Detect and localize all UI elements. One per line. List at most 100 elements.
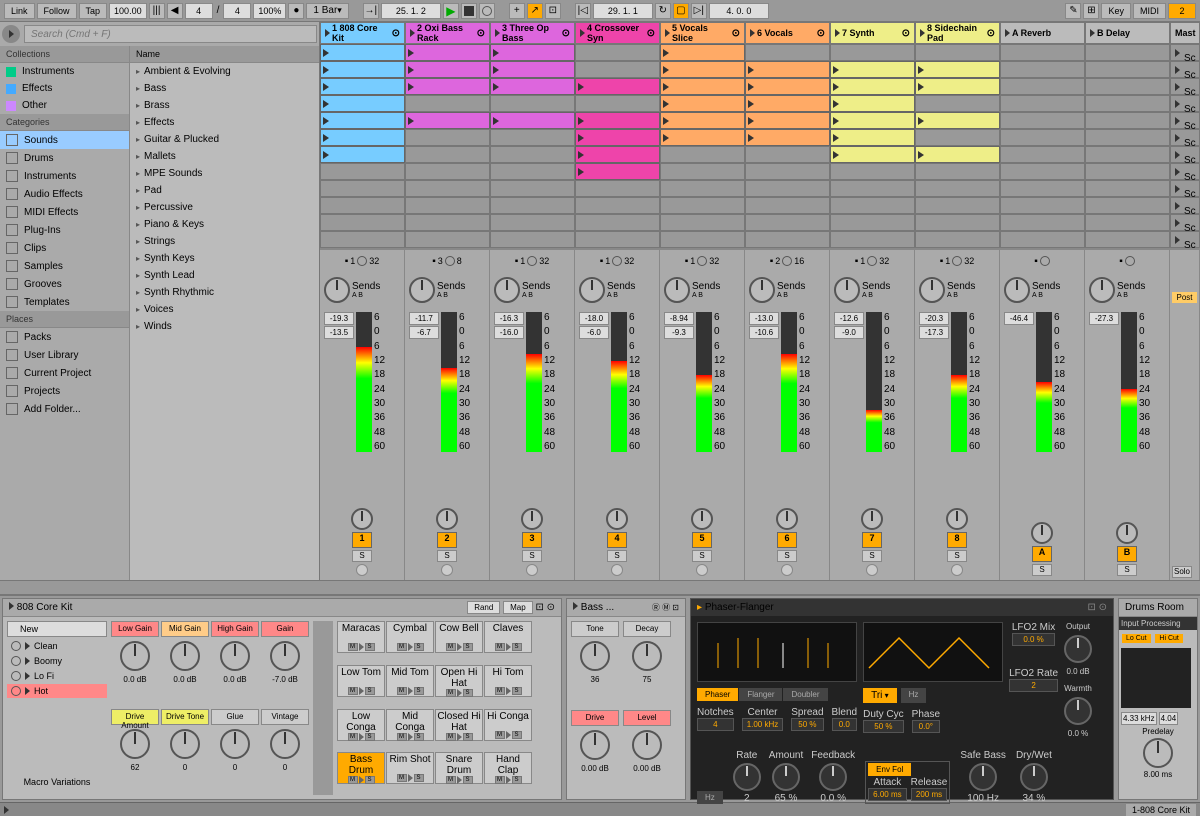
empty-clip-slot[interactable] bbox=[830, 197, 915, 214]
phaser-knob[interactable] bbox=[819, 763, 847, 791]
category-item[interactable]: Sounds bbox=[0, 131, 129, 149]
clip-slot[interactable] bbox=[830, 129, 915, 146]
empty-clip-slot[interactable] bbox=[745, 214, 830, 231]
send-knob[interactable] bbox=[749, 277, 775, 303]
phaser-param[interactable]: 1.00 kHz bbox=[742, 718, 784, 731]
track-header[interactable]: 8 Sidechain Pad ⊙ bbox=[915, 22, 1000, 44]
draw-mode-icon[interactable]: ✎ bbox=[1065, 3, 1081, 19]
phaser-knob[interactable] bbox=[733, 763, 761, 791]
monitor-icon[interactable] bbox=[445, 256, 455, 266]
peak-value[interactable]: -10.6 bbox=[749, 326, 779, 339]
drum-pad[interactable]: Closed Hi HatMS bbox=[435, 709, 483, 741]
empty-clip-slot[interactable] bbox=[1000, 78, 1085, 95]
empty-clip-slot[interactable] bbox=[830, 163, 915, 180]
empty-clip-slot[interactable] bbox=[320, 214, 405, 231]
empty-clip-slot[interactable] bbox=[490, 214, 575, 231]
empty-clip-slot[interactable] bbox=[745, 44, 830, 61]
send-knob[interactable] bbox=[1089, 277, 1115, 303]
loop-end-icon[interactable]: ▷| bbox=[691, 3, 707, 19]
drum-pad[interactable]: MaracasMS bbox=[337, 621, 385, 653]
clip-slot[interactable] bbox=[830, 95, 915, 112]
send-knob[interactable] bbox=[834, 277, 860, 303]
empty-clip-slot[interactable] bbox=[575, 61, 660, 78]
empty-clip-slot[interactable] bbox=[575, 180, 660, 197]
solo-button[interactable]: S bbox=[1032, 564, 1052, 576]
folder-item[interactable]: ▸Synth Keys bbox=[130, 250, 319, 267]
track-header[interactable]: B Delay bbox=[1085, 22, 1170, 44]
empty-clip-slot[interactable] bbox=[1085, 112, 1170, 129]
punch-in-icon[interactable]: ▢ bbox=[673, 3, 689, 19]
clip-slot[interactable] bbox=[660, 129, 745, 146]
peak-value[interactable]: -9.0 bbox=[834, 326, 864, 339]
tap-button[interactable]: Tap bbox=[79, 3, 108, 19]
empty-clip-slot[interactable] bbox=[1085, 197, 1170, 214]
empty-clip-slot[interactable] bbox=[1085, 95, 1170, 112]
empty-clip-slot[interactable] bbox=[320, 231, 405, 248]
macro-knob[interactable] bbox=[170, 641, 200, 671]
solo-button[interactable]: Solo bbox=[1172, 566, 1192, 578]
pan-knob[interactable] bbox=[946, 508, 968, 530]
empty-clip-slot[interactable] bbox=[830, 180, 915, 197]
status-play-icon[interactable] bbox=[4, 806, 9, 814]
empty-clip-slot[interactable] bbox=[660, 146, 745, 163]
category-item[interactable]: Plug-Ins bbox=[0, 221, 129, 239]
empty-clip-slot[interactable] bbox=[1085, 61, 1170, 78]
clip-slot[interactable] bbox=[490, 61, 575, 78]
post-button[interactable]: Post bbox=[1172, 292, 1197, 303]
solo-button[interactable]: S bbox=[1117, 564, 1137, 576]
volume-value[interactable]: -13.0 bbox=[749, 312, 779, 325]
play-button[interactable]: ▶ bbox=[443, 3, 459, 19]
lfo-hz-button[interactable]: Hz bbox=[901, 688, 927, 703]
place-item[interactable]: User Library bbox=[0, 346, 129, 364]
pan-knob[interactable] bbox=[776, 508, 798, 530]
empty-clip-slot[interactable] bbox=[915, 214, 1000, 231]
key-map-button[interactable]: Key bbox=[1101, 3, 1131, 19]
scene-launch[interactable]: Sc bbox=[1170, 214, 1200, 231]
clip-slot[interactable] bbox=[915, 61, 1000, 78]
empty-clip-slot[interactable] bbox=[745, 197, 830, 214]
drywet-knob[interactable] bbox=[1020, 763, 1048, 791]
mod-shape-menu[interactable]: Tri ▾ bbox=[863, 688, 897, 703]
safe-bass-knob[interactable] bbox=[969, 763, 997, 791]
empty-clip-slot[interactable] bbox=[490, 129, 575, 146]
clip-slot[interactable] bbox=[745, 78, 830, 95]
empty-clip-slot[interactable] bbox=[490, 231, 575, 248]
arm-button[interactable] bbox=[781, 564, 793, 576]
drum-pad[interactable]: Rim ShotMS bbox=[386, 752, 434, 784]
pan-knob[interactable] bbox=[1031, 522, 1053, 544]
freq2-value[interactable]: 4.04 bbox=[1159, 712, 1179, 725]
track-header[interactable]: 4 Crossover Syn ⊙ bbox=[575, 22, 660, 44]
empty-clip-slot[interactable] bbox=[1085, 231, 1170, 248]
send-knob[interactable] bbox=[919, 277, 945, 303]
empty-clip-slot[interactable] bbox=[745, 163, 830, 180]
category-item[interactable]: Grooves bbox=[0, 275, 129, 293]
clip-slot[interactable] bbox=[830, 146, 915, 163]
drum-pad[interactable]: Mid CongaMS bbox=[386, 709, 434, 741]
follow-button[interactable]: Follow bbox=[37, 3, 77, 19]
empty-clip-slot[interactable] bbox=[490, 197, 575, 214]
clip-slot[interactable] bbox=[915, 146, 1000, 163]
place-item[interactable]: Current Project bbox=[0, 364, 129, 382]
solo-button[interactable]: S bbox=[777, 550, 797, 562]
send-knob[interactable] bbox=[579, 277, 605, 303]
metronome-icon[interactable]: ||| bbox=[149, 3, 165, 19]
folder-item[interactable]: ▸Voices bbox=[130, 301, 319, 318]
clip-slot[interactable] bbox=[490, 78, 575, 95]
empty-clip-slot[interactable] bbox=[1085, 44, 1170, 61]
time-sig-num[interactable]: 4 bbox=[185, 3, 213, 19]
empty-clip-slot[interactable] bbox=[575, 44, 660, 61]
phaser-tab[interactable]: Phaser bbox=[697, 688, 738, 701]
volume-value[interactable]: -19.3 bbox=[324, 312, 354, 325]
empty-clip-slot[interactable] bbox=[575, 197, 660, 214]
empty-clip-slot[interactable] bbox=[490, 180, 575, 197]
midi-in-icon[interactable]: ▪ bbox=[1119, 256, 1123, 267]
empty-clip-slot[interactable] bbox=[405, 146, 490, 163]
clip-slot[interactable] bbox=[575, 129, 660, 146]
metronome-toggle-icon[interactable]: ● bbox=[288, 3, 304, 19]
position-field[interactable]: 25. 1. 2 bbox=[381, 3, 441, 19]
peak-value[interactable]: -17.3 bbox=[919, 326, 949, 339]
preset-item[interactable]: Clean bbox=[7, 639, 107, 653]
empty-clip-slot[interactable] bbox=[830, 231, 915, 248]
peak-value[interactable]: -6.0 bbox=[579, 326, 609, 339]
send-knob[interactable] bbox=[664, 277, 690, 303]
